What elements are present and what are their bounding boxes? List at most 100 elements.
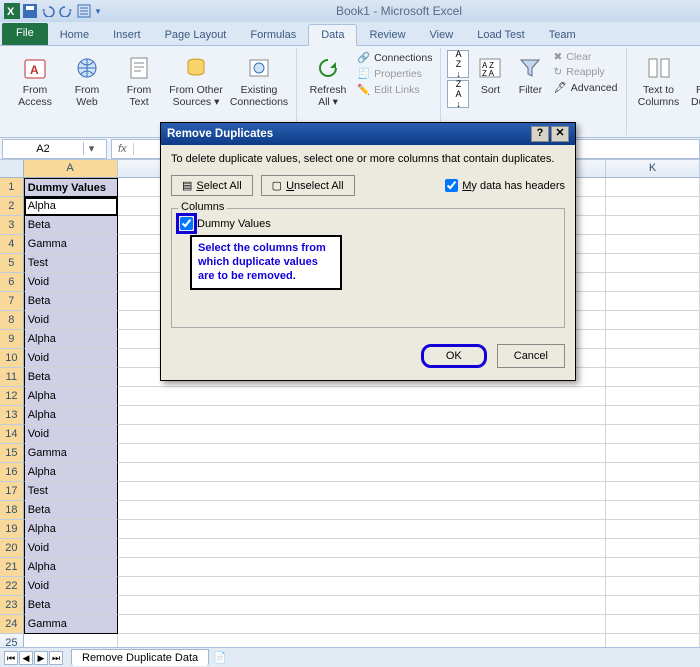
row-header[interactable]: 3 — [0, 216, 24, 235]
cell[interactable] — [606, 254, 700, 273]
cell[interactable] — [606, 634, 700, 647]
row-header[interactable]: 10 — [0, 349, 24, 368]
text-to-columns-button[interactable]: Text to Columns — [633, 50, 685, 112]
cell[interactable] — [606, 482, 700, 501]
row-header[interactable]: 1 — [0, 178, 24, 197]
cell[interactable]: Alpha — [24, 330, 118, 349]
cell[interactable] — [118, 444, 513, 463]
cell[interactable]: Gamma — [24, 235, 118, 254]
cell[interactable] — [606, 292, 700, 311]
cell[interactable] — [118, 615, 513, 634]
column-checkbox[interactable] — [180, 217, 193, 230]
remove-duplicates-button[interactable]: Remove Duplicates — [687, 50, 700, 112]
row-header[interactable]: 6 — [0, 273, 24, 292]
cell[interactable] — [118, 425, 513, 444]
cell[interactable] — [512, 425, 606, 444]
cell[interactable] — [606, 577, 700, 596]
cell[interactable] — [512, 406, 606, 425]
sort-za-button[interactable]: ZA↓ — [447, 80, 469, 108]
cell[interactable] — [118, 558, 513, 577]
cell[interactable] — [606, 178, 700, 197]
unselect-all-button[interactable]: ▢Unselect All — [261, 175, 355, 196]
fx-icon[interactable]: fx — [112, 143, 134, 155]
row-header[interactable]: 13 — [0, 406, 24, 425]
dialog-help-button[interactable]: ? — [531, 126, 549, 142]
row-header[interactable]: 19 — [0, 520, 24, 539]
cancel-button[interactable]: Cancel — [497, 344, 565, 368]
tab-page-layout[interactable]: Page Layout — [153, 25, 239, 45]
row-header[interactable]: 14 — [0, 425, 24, 444]
select-all-corner[interactable] — [0, 160, 24, 177]
cell[interactable]: Alpha — [24, 406, 118, 425]
filter-button[interactable]: Filter — [511, 50, 549, 100]
cell[interactable]: Void — [24, 349, 118, 368]
dialog-close-button[interactable]: ✕ — [551, 126, 569, 142]
cell[interactable] — [606, 501, 700, 520]
cell[interactable] — [512, 501, 606, 520]
cell[interactable]: Void — [24, 425, 118, 444]
cell[interactable] — [512, 444, 606, 463]
cell[interactable]: Beta — [24, 368, 118, 387]
row-header[interactable]: 24 — [0, 615, 24, 634]
qat-custom-icon[interactable] — [76, 3, 92, 19]
cell[interactable]: Void — [24, 577, 118, 596]
my-data-has-headers[interactable]: My data has headers — [445, 179, 565, 192]
ok-button[interactable]: OK — [421, 344, 487, 368]
cell[interactable] — [512, 615, 606, 634]
cell[interactable]: Alpha — [24, 197, 118, 216]
clear-button[interactable]: ✖Clear — [551, 50, 619, 64]
name-box-input[interactable] — [3, 143, 83, 155]
cell[interactable]: Beta — [24, 216, 118, 235]
row-header[interactable]: 8 — [0, 311, 24, 330]
cell[interactable] — [118, 387, 513, 406]
cell[interactable]: Gamma — [24, 615, 118, 634]
cell[interactable] — [118, 520, 513, 539]
cell[interactable]: Alpha — [24, 463, 118, 482]
sheet-nav-first-icon[interactable]: ⏮ — [4, 651, 18, 665]
sheet-nav-prev-icon[interactable]: ◀ — [19, 651, 33, 665]
cell[interactable] — [606, 596, 700, 615]
redo-icon[interactable] — [58, 3, 74, 19]
from-web-button[interactable]: From Web — [62, 50, 112, 112]
row-header[interactable]: 15 — [0, 444, 24, 463]
cell[interactable] — [606, 349, 700, 368]
row-header[interactable]: 16 — [0, 463, 24, 482]
select-all-button[interactable]: ▤Select All — [171, 175, 253, 196]
qat-dropdown-icon[interactable]: ▼ — [94, 7, 102, 16]
cell[interactable] — [606, 387, 700, 406]
cell[interactable] — [118, 406, 513, 425]
cell[interactable] — [512, 596, 606, 615]
from-access-button[interactable]: A From Access — [10, 50, 60, 112]
row-header[interactable]: 17 — [0, 482, 24, 501]
sheet-tab[interactable]: Remove Duplicate Data — [71, 649, 209, 666]
row-header[interactable]: 11 — [0, 368, 24, 387]
cell[interactable] — [606, 368, 700, 387]
cell[interactable] — [606, 235, 700, 254]
cell[interactable]: Void — [24, 273, 118, 292]
row-header[interactable]: 25 — [0, 634, 24, 647]
tab-load-test[interactable]: Load Test — [465, 25, 537, 45]
row-header[interactable]: 4 — [0, 235, 24, 254]
cell[interactable] — [512, 482, 606, 501]
cell[interactable] — [512, 463, 606, 482]
cell[interactable] — [606, 216, 700, 235]
cell[interactable] — [118, 539, 513, 558]
tab-file[interactable]: File — [2, 23, 48, 45]
name-box-dropdown-icon[interactable]: ▾ — [83, 142, 99, 155]
row-header[interactable]: 22 — [0, 577, 24, 596]
row-header[interactable]: 18 — [0, 501, 24, 520]
existing-connections-button[interactable]: Existing Connections — [228, 50, 290, 112]
cell[interactable] — [606, 615, 700, 634]
edit-links-button[interactable]: ✏️Edit Links — [355, 82, 434, 97]
col-header-A[interactable]: A — [24, 160, 118, 177]
cell[interactable] — [24, 634, 118, 647]
undo-icon[interactable] — [40, 3, 56, 19]
cell[interactable] — [606, 425, 700, 444]
sheet-nav-last-icon[interactable]: ⏭ — [49, 651, 63, 665]
cell[interactable]: Beta — [24, 501, 118, 520]
sort-button[interactable]: A ZZ A Sort — [471, 50, 509, 100]
row-header[interactable]: 5 — [0, 254, 24, 273]
name-box[interactable]: ▾ — [2, 139, 107, 159]
connections-button[interactable]: 🔗Connections — [355, 50, 434, 65]
tab-home[interactable]: Home — [48, 25, 101, 45]
